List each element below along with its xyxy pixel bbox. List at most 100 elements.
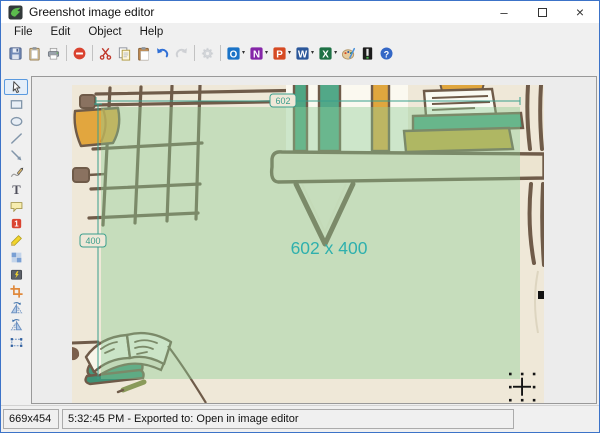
tool-resize[interactable]: [4, 334, 28, 350]
cut-icon: [99, 47, 112, 60]
dropdown-caret-icon[interactable]: ▾: [288, 50, 291, 56]
line-icon: [10, 132, 22, 144]
export-powerpoint-button[interactable]: P ▾: [270, 42, 293, 64]
tool-rotate-ccw[interactable]: [4, 317, 28, 333]
cursor-icon: [12, 80, 20, 93]
dropdown-caret-icon[interactable]: ▾: [311, 50, 314, 56]
toolbar: O ▾ N ▾ P ▾ W ▾ X ▾?: [1, 41, 599, 65]
captured-screenshot-image[interactable]: 602 400 602 x 400: [72, 85, 544, 403]
toolbar-separator: [66, 45, 67, 61]
export-excel-button[interactable]: X ▾: [316, 42, 339, 64]
svg-text:X: X: [322, 49, 329, 60]
window-controls: – ×: [485, 1, 599, 23]
minimize-icon: –: [500, 4, 508, 20]
copy-to-clipboard-button[interactable]: [25, 42, 44, 64]
export-outlook-button[interactable]: O ▾: [224, 42, 247, 64]
onenote-icon: N: [250, 46, 263, 60]
maximize-button[interactable]: [523, 1, 561, 23]
menubar: File Edit Object Help: [1, 23, 599, 41]
copy-icon: [118, 46, 131, 61]
rectangle-icon: [10, 99, 22, 109]
effects-icon: [10, 269, 22, 280]
svg-text:N: N: [253, 49, 260, 60]
obfuscate-icon: [11, 252, 21, 262]
paste-icon: [138, 46, 149, 61]
word-icon: W: [296, 46, 309, 60]
menu-help[interactable]: Help: [131, 24, 173, 40]
editor-canvas[interactable]: 602 400 602 x 400: [31, 76, 597, 404]
toolbar-separator: [194, 45, 195, 61]
delete-icon: [73, 47, 86, 59]
toolbar-separator: [92, 45, 93, 61]
export-image-editor-button[interactable]: [358, 42, 377, 64]
window-title: Greenshot image editor: [29, 5, 155, 19]
cut-button[interactable]: [96, 42, 115, 64]
delete-button[interactable]: [70, 42, 89, 64]
freehand-icon: [10, 167, 23, 177]
selection-width-label: 602: [275, 96, 290, 106]
paste-button[interactable]: [134, 42, 153, 64]
close-icon: ×: [575, 4, 585, 20]
speechbubble-icon: [10, 201, 22, 212]
selection-height-label: 400: [85, 236, 100, 246]
export-paint-button[interactable]: [339, 42, 358, 64]
outlook-icon: O: [227, 46, 240, 60]
dropdown-caret-icon[interactable]: ▾: [242, 50, 245, 56]
menu-file[interactable]: File: [5, 24, 42, 40]
tool-rotate-cw[interactable]: [4, 300, 28, 316]
export-onenote-button[interactable]: N ▾: [247, 42, 270, 64]
svg-text:1: 1: [14, 219, 19, 228]
tool-rectangle[interactable]: [4, 96, 28, 112]
minimize-button[interactable]: –: [485, 1, 523, 23]
greenshot-logo-icon: [8, 4, 23, 20]
counter-icon: 1: [11, 218, 21, 228]
resize-handle[interactable]: [538, 291, 544, 299]
arrow-icon: [10, 149, 21, 160]
settings-button[interactable]: [198, 42, 217, 64]
export-word-button[interactable]: W ▾: [293, 42, 316, 64]
tool-text[interactable]: T: [4, 181, 28, 197]
save-icon: [9, 46, 22, 60]
undo-icon: [157, 47, 169, 57]
dropdown-caret-icon[interactable]: ▾: [265, 50, 268, 56]
print-button[interactable]: [44, 42, 63, 64]
tool-freehand[interactable]: [4, 164, 28, 180]
svg-text:T: T: [12, 183, 21, 197]
tool-crop[interactable]: [4, 283, 28, 299]
copy-button[interactable]: [115, 42, 134, 64]
close-button[interactable]: ×: [561, 1, 599, 23]
tool-speechbubble[interactable]: [4, 198, 28, 214]
tool-effects[interactable]: [4, 266, 28, 282]
undo-button[interactable]: [153, 42, 172, 64]
crop-icon: [9, 284, 23, 298]
help-button[interactable]: ?: [377, 42, 396, 64]
save-button[interactable]: [6, 42, 25, 64]
svg-text:P: P: [276, 49, 283, 60]
redo-icon: [175, 47, 187, 57]
rotate-cw-icon: [10, 301, 22, 313]
tool-highlight[interactable]: [4, 232, 28, 248]
tool-counter[interactable]: 1: [4, 215, 28, 231]
svg-text:O: O: [230, 49, 238, 60]
greenshot-window: Greenshot image editor – × File Edit Objec…: [0, 0, 600, 433]
tool-obfuscate[interactable]: [4, 249, 28, 265]
tool-cursor[interactable]: [4, 79, 28, 95]
print-icon: [47, 47, 60, 59]
highlight-icon: [10, 234, 22, 246]
ellipse-icon: [10, 116, 22, 126]
redo-button[interactable]: [172, 42, 191, 64]
dropdown-caret-icon[interactable]: ▾: [334, 50, 337, 56]
menu-edit[interactable]: Edit: [42, 24, 80, 40]
tool-ellipse[interactable]: [4, 113, 28, 129]
status-dimensions: 669x454: [3, 409, 59, 429]
menu-object[interactable]: Object: [79, 24, 130, 40]
selection-size-label: 602 x 400: [291, 238, 368, 258]
svg-text:W: W: [298, 49, 308, 60]
powerpoint-icon: P: [273, 46, 286, 60]
tool-line[interactable]: [4, 130, 28, 146]
tool-arrow[interactable]: [4, 147, 28, 163]
toolbar-separator: [220, 45, 221, 61]
settings-icon: [201, 47, 214, 59]
greenshot-icon: [362, 46, 373, 60]
resize-icon: [10, 337, 22, 347]
